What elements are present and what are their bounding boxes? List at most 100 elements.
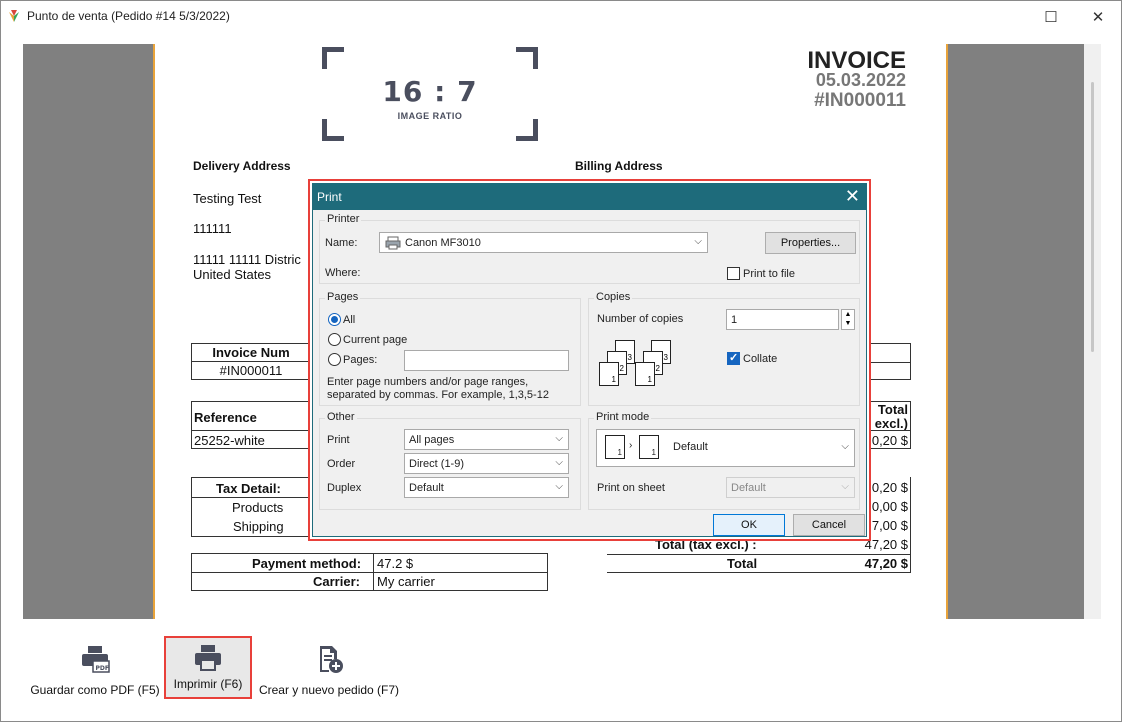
print-on-sheet-value: Default [731, 482, 766, 494]
duplex-select-value: Default [409, 482, 444, 494]
pages-range-input[interactable] [404, 350, 569, 371]
other-group: Other Print All pages ⌵ Order Direct (1-… [319, 411, 581, 510]
order-label: Order [327, 458, 356, 470]
carrier-value: My carrier [377, 574, 435, 589]
close-icon: ✕ [1091, 8, 1105, 26]
print-on-sheet-label: Print on sheet [597, 482, 665, 494]
create-new-order-button[interactable]: Crear y nuevo pedido (F7) [259, 635, 399, 719]
pages-all-radio[interactable] [328, 313, 341, 326]
pages-range-label: Pages: [343, 354, 378, 366]
customer-name: Testing Test [193, 191, 262, 206]
chevron-down-icon: ⌵ [694, 236, 702, 247]
arrow-right-icon: › [629, 440, 633, 451]
number-of-copies-label: Number of copies [597, 313, 684, 325]
table-divider [192, 497, 310, 498]
address-line-2: United States [193, 267, 272, 282]
image-ratio-label: IMAGE RATIO [397, 111, 463, 121]
chevron-down-icon: ⌵ [841, 441, 849, 452]
table-divider [607, 554, 910, 555]
reference-cell: 25252-white [194, 433, 265, 448]
invoice-number: #IN000011 [814, 90, 906, 111]
pages-group-label: Pages [325, 291, 361, 303]
image-ratio-text: 16 : 7 [382, 75, 478, 108]
tax-table: Tax Detail: Products Shipping [191, 477, 311, 537]
print-mode-group: Print mode 1 › 1 Default ⌵ Print on shee… [588, 411, 860, 510]
billing-address-label: Billing Address [575, 159, 663, 173]
window-title: Punto de venta (Pedido #14 5/3/2022) [27, 9, 230, 23]
reference-header: Reference [194, 410, 257, 425]
grand-total-label: Total [727, 556, 758, 571]
collate-page-icon: 1 [599, 362, 619, 386]
print-mode-group-label: Print mode [594, 411, 652, 423]
invoice-number-table: Invoice Num #IN000011 [191, 343, 311, 380]
tax-products-label: Products [232, 500, 284, 515]
delivery-address-label: Delivery Address [193, 159, 291, 173]
scroll-thumb[interactable] [1091, 82, 1094, 352]
copies-value: 1 [731, 314, 738, 326]
cancel-button[interactable]: Cancel [793, 514, 865, 536]
chevron-down-icon: ⌵ [841, 481, 849, 492]
collate-page-icon: 1 [635, 362, 655, 386]
where-label: Where: [325, 267, 361, 279]
chevron-down-icon: ⌵ [555, 433, 563, 444]
save-as-pdf-button[interactable]: PDF Guardar como PDF (F5) [30, 635, 160, 719]
total-tax-excl-value: 47,20 $ [864, 537, 908, 552]
chevron-down-icon: ⌵ [555, 457, 563, 468]
carrier-label: Carrier: [313, 574, 360, 589]
address-line-1: 11111 11111 Distric [193, 252, 301, 267]
close-button[interactable]: ✕ [1075, 1, 1121, 32]
total-row-3: 7,00 $ [871, 518, 908, 533]
total-row-1: 0,20 $ [871, 480, 908, 495]
total-cell: 0,20 $ [871, 433, 908, 448]
collate-checkbox[interactable] [727, 351, 740, 365]
invoice-date: 05.03.2022 [815, 70, 906, 90]
printer-name-value: Canon MF3010 [405, 237, 481, 249]
products-table: Reference 25252-white [191, 401, 311, 449]
pages-hint-1: Enter page numbers and/or page ranges, [327, 376, 529, 388]
payment-table: Payment method: 47.2 $ Carrier: My carri… [191, 553, 548, 591]
order-select[interactable]: Direct (1-9) ⌵ [404, 453, 569, 474]
printer-select[interactable]: Canon MF3010 ⌵ [379, 232, 708, 253]
app-logo-icon [9, 10, 19, 22]
print-label: Print [327, 434, 350, 446]
printer-icon [195, 645, 221, 671]
table-divider [192, 572, 547, 573]
save-as-pdf-label: Guardar como PDF (F5) [30, 683, 160, 697]
printer-name-label: Name: [325, 237, 358, 249]
maximize-icon: ☐ [1044, 8, 1058, 26]
ok-button[interactable]: OK [713, 514, 785, 536]
tax-shipping-label: Shipping [233, 519, 284, 534]
print-to-file-label: Print to file [743, 268, 795, 280]
total-header-1: Total [877, 402, 908, 417]
copies-group-label: Copies [594, 291, 633, 303]
print-to-file-checkbox[interactable] [727, 267, 740, 280]
table-divider [871, 430, 911, 431]
right-header-table [871, 343, 911, 380]
grand-total-value: 47,20 $ [864, 556, 908, 571]
order-select-value: Direct (1-9) [409, 458, 465, 470]
print-on-sheet-select[interactable]: Default ⌵ [726, 477, 855, 498]
properties-button[interactable]: Properties... [765, 232, 856, 254]
print-select[interactable]: All pages ⌵ [404, 429, 569, 450]
pages-current-radio[interactable] [328, 333, 341, 346]
close-icon[interactable]: ✕ [845, 186, 860, 207]
pages-range-radio[interactable] [328, 353, 341, 366]
payment-method-value: 47.2 $ [377, 556, 414, 571]
maximize-button[interactable]: ☐ [1028, 1, 1074, 32]
copies-spinner[interactable]: ▲ ▼ [841, 309, 855, 330]
printer-group-label: Printer [325, 213, 362, 225]
print-button[interactable]: Imprimir (F6) [164, 636, 252, 699]
duplex-select[interactable]: Default ⌵ [404, 477, 569, 498]
table-divider [871, 362, 911, 363]
copies-group: Copies Number of copies 1 ▲ ▼ 3 2 1 3 2 1… [588, 291, 860, 406]
print-mode-select[interactable]: 1 › 1 Default ⌵ [596, 429, 855, 467]
app-window: Punto de venta (Pedido #14 5/3/2022) ☐ ✕… [0, 0, 1122, 722]
total-column: Total excl.) 0,20 $ [871, 401, 911, 449]
copies-input[interactable]: 1 [726, 309, 839, 330]
print-dialog-title: Print [317, 190, 342, 204]
other-group-label: Other [325, 411, 357, 423]
logo-placeholder: 16 : 7 IMAGE RATIO [322, 47, 538, 141]
vertical-scrollbar[interactable] [1084, 44, 1101, 619]
frame-corner [516, 119, 538, 141]
pages-hint-2: separated by commas. For example, 1,3,5-… [327, 389, 549, 401]
